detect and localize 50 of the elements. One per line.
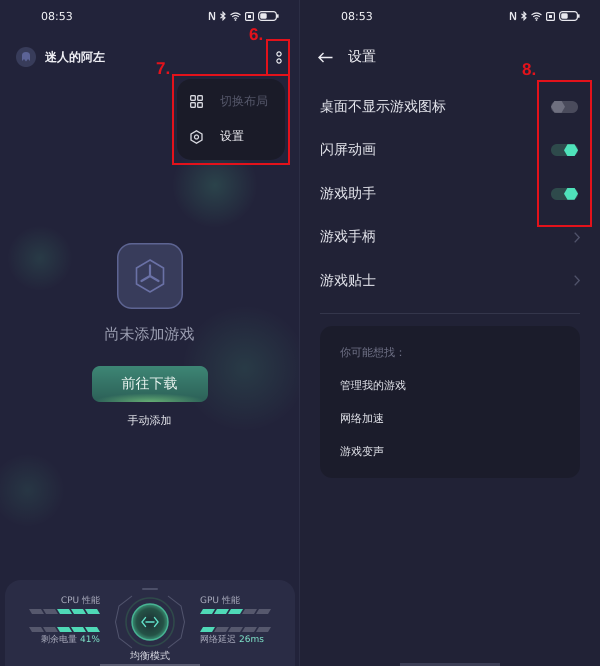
annotation-number: 7. (156, 60, 170, 78)
annotation-number: 8. (522, 61, 536, 79)
settings-item[interactable]: 游戏贴士 (300, 259, 600, 302)
meter-label: 网络延迟 (200, 634, 236, 646)
annotation-number: 6. (249, 26, 264, 44)
mode-dial-icon[interactable] (112, 593, 188, 651)
screen-square-icon (546, 12, 555, 20)
wifi-icon (230, 12, 241, 20)
wifi-icon (531, 12, 542, 20)
menu-item[interactable]: 设置 (177, 119, 285, 154)
section-title: 你可能想找： (340, 345, 407, 361)
setting-label: 桌面不显示游戏图标 (320, 98, 446, 116)
settings-item[interactable]: 游戏手柄 (300, 216, 600, 259)
setting-label: 游戏助手 (320, 184, 376, 203)
more-icon (276, 50, 282, 64)
cube-icon (116, 243, 182, 309)
meter-label: 剩余电量 (40, 634, 77, 646)
meter-label: GPU 性能 (200, 595, 240, 607)
drag-handle[interactable] (142, 588, 158, 590)
suggestion-link[interactable]: 游戏变声 (340, 435, 560, 468)
manual-add-link[interactable]: 手动添加 (128, 414, 172, 428)
nfc-icon (509, 11, 517, 21)
back-arrow-icon (318, 52, 333, 62)
toggle-switch[interactable] (551, 188, 578, 200)
status-time: 08:53 (41, 10, 73, 22)
screen-square-icon (245, 12, 254, 20)
battery-icon (258, 11, 279, 21)
page-title: 设置 (348, 48, 376, 66)
download-button[interactable]: 前往下载 (92, 366, 208, 402)
bluetooth-icon (521, 11, 527, 21)
meter-reading: 41% (80, 634, 100, 646)
user-name: 迷人的阿左 (45, 48, 105, 66)
mode-label: 均衡模式 (130, 651, 170, 663)
meter-reading: 26ms (239, 634, 264, 646)
chevron-icon (574, 275, 580, 286)
bluetooth-icon (220, 11, 226, 21)
setting-label: 闪屏动画 (320, 141, 376, 160)
avatar-icon (16, 47, 36, 67)
suggestion-link[interactable]: 网络加速 (340, 402, 560, 435)
settings-icon (190, 130, 203, 144)
chevron-icon (574, 232, 580, 243)
empty-message: 尚未添加游戏 (104, 325, 194, 343)
suggestion-link[interactable]: 管理我的游戏 (340, 369, 560, 402)
toggle-switch[interactable] (551, 144, 578, 156)
battery-icon (559, 11, 580, 21)
status-time: 08:53 (341, 10, 373, 22)
grid-icon (190, 95, 203, 108)
toggle-switch[interactable] (551, 100, 578, 113)
nfc-icon (208, 11, 216, 21)
meter-label: CPU 性能 (60, 595, 100, 607)
